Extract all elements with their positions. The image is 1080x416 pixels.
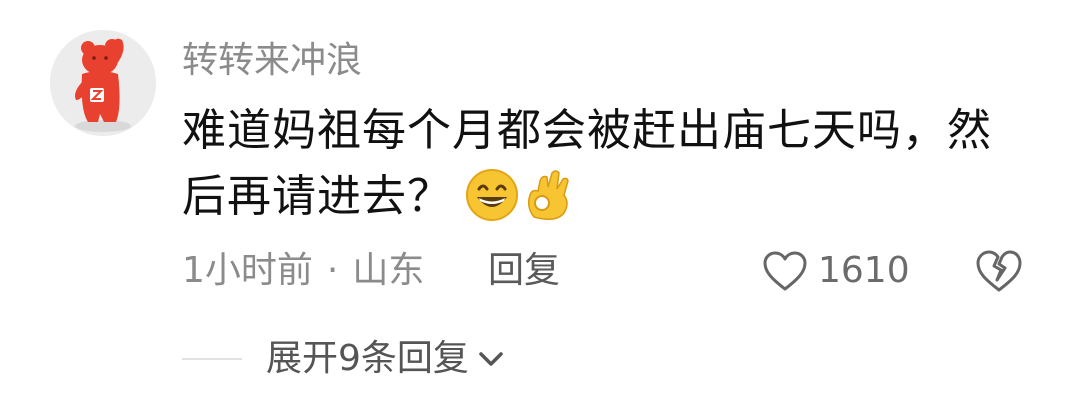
- divider-line: [182, 358, 242, 360]
- chevron-down-icon: [479, 352, 503, 366]
- username[interactable]: 转转来冲浪: [182, 36, 362, 86]
- expand-replies-label: 展开9条回复: [266, 338, 469, 379]
- comment-text-line-2: 后再请进去？: [182, 164, 1042, 230]
- comment-meta: 1小时前 · 山东 回复: [182, 246, 560, 296]
- comment-text: 难道妈祖每个月都会被赶出庙七天吗，然 后再请进去？: [182, 98, 1042, 230]
- comment-location: 山东: [352, 250, 425, 291]
- avatar[interactable]: [50, 30, 156, 136]
- reply-button[interactable]: 回复: [488, 246, 560, 296]
- comment-text-line-1: 难道妈祖每个月都会被赶出庙七天吗，然: [182, 105, 992, 156]
- red-bear-avatar-icon: [50, 30, 156, 136]
- grinning-face-icon: [466, 169, 518, 221]
- broken-heart-icon: [976, 250, 1022, 292]
- emoji-group: [464, 160, 576, 226]
- like-count: 1610: [818, 250, 910, 291]
- comment-text-line-2-text: 后再请进去？: [182, 171, 452, 222]
- ok-hand-icon: [527, 170, 569, 220]
- meta-separator: ·: [326, 250, 339, 291]
- comment-time: 1小时前: [182, 250, 313, 291]
- like-button[interactable]: 1610: [762, 246, 910, 296]
- heart-icon: [763, 251, 807, 291]
- expand-replies-button[interactable]: 展开9条回复: [182, 334, 505, 384]
- dislike-button[interactable]: [974, 248, 1024, 294]
